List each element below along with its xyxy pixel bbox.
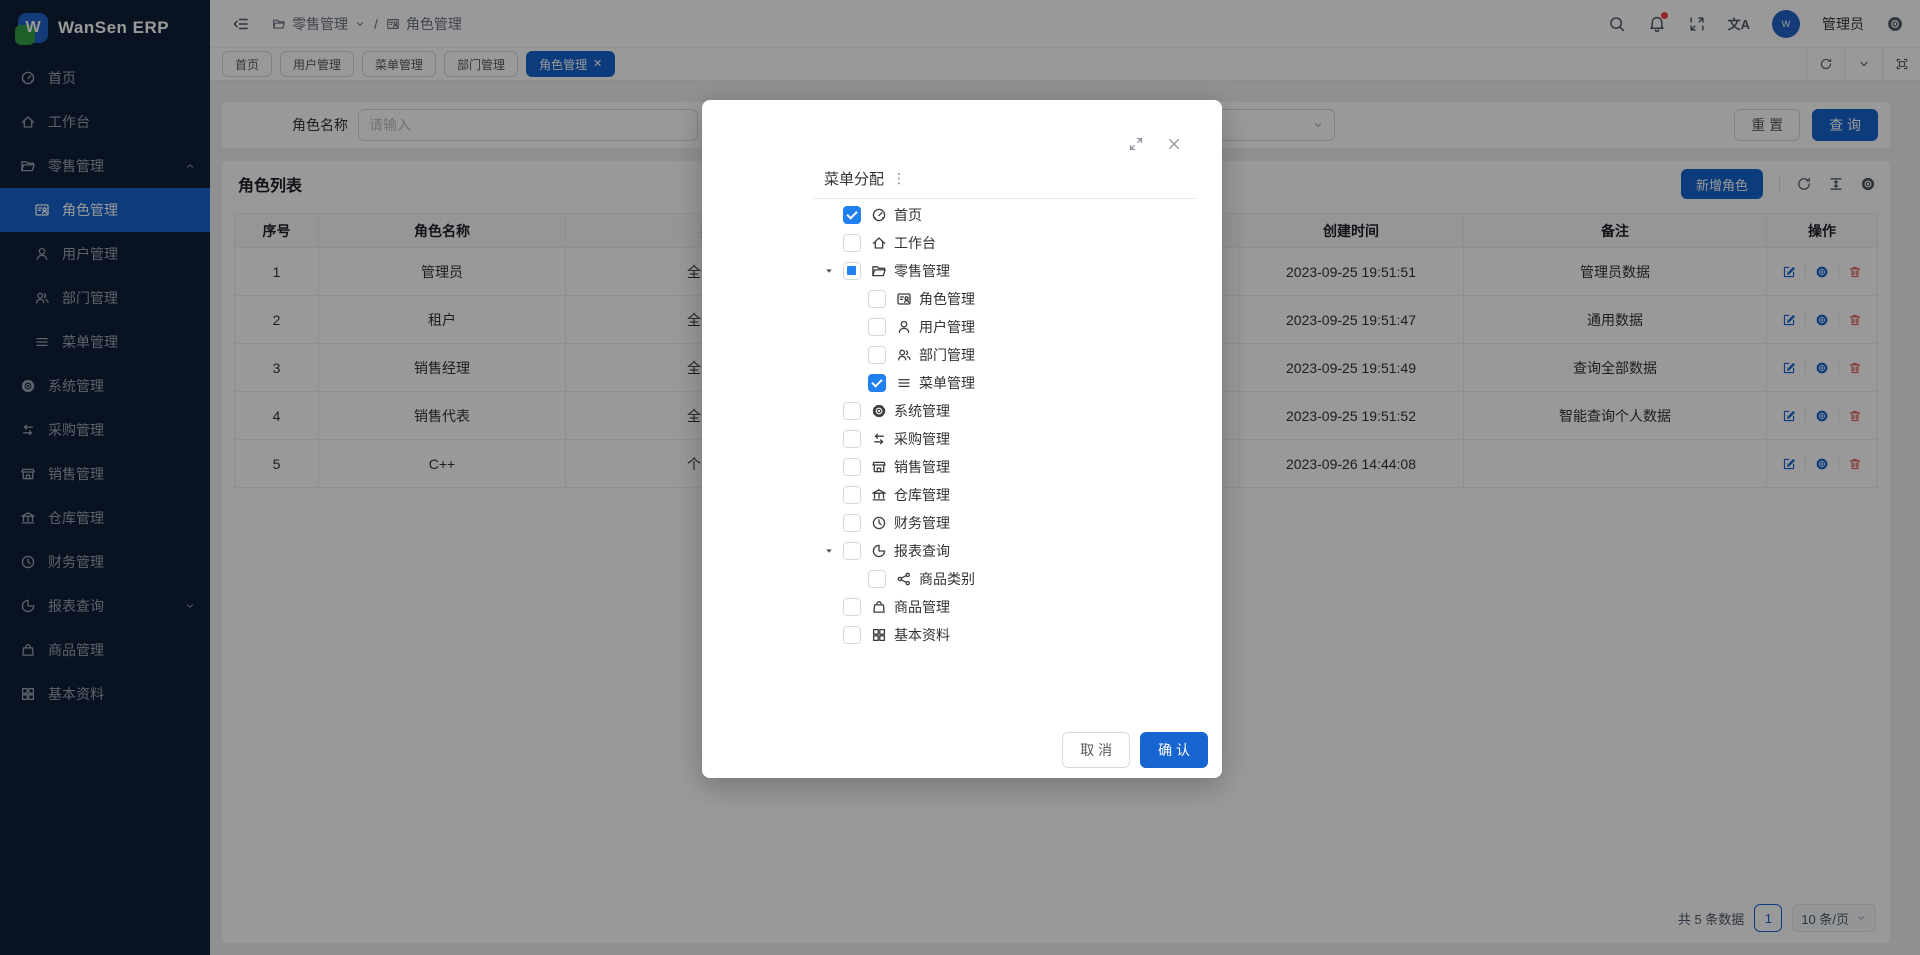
- tree-checkbox[interactable]: [868, 570, 886, 588]
- tree-checkbox[interactable]: [843, 458, 861, 476]
- tree-checkbox[interactable]: [843, 430, 861, 448]
- tree-item[interactable]: 零售管理: [823, 257, 1202, 285]
- tree-checkbox[interactable]: [843, 206, 861, 224]
- bank-icon: [871, 487, 887, 503]
- dashboard-icon: [871, 207, 887, 223]
- tree-item[interactable]: 角色管理: [823, 285, 1202, 313]
- tree-checkbox[interactable]: [843, 514, 861, 532]
- tree-item[interactable]: 报表查询: [823, 537, 1202, 565]
- tree-checkbox[interactable]: [843, 486, 861, 504]
- more-vertical-icon[interactable]: ⋮: [892, 170, 905, 187]
- confirm-button[interactable]: 确 认: [1140, 732, 1208, 768]
- share-icon: [896, 571, 912, 587]
- tree-checkbox[interactable]: [843, 402, 861, 420]
- tree-item[interactable]: 采购管理: [823, 425, 1202, 453]
- dialog-title: 菜单分配: [824, 168, 884, 189]
- tree-item[interactable]: 部门管理: [823, 341, 1202, 369]
- tree-item[interactable]: 工作台: [823, 229, 1202, 257]
- shop-icon: [871, 459, 887, 475]
- tree-item[interactable]: 用户管理: [823, 313, 1202, 341]
- tree-checkbox[interactable]: [868, 318, 886, 336]
- tree-item[interactable]: 系统管理: [823, 397, 1202, 425]
- tree-checkbox[interactable]: [843, 234, 861, 252]
- tree-checkbox[interactable]: [868, 346, 886, 364]
- team-icon: [896, 347, 912, 363]
- home-icon: [871, 235, 887, 251]
- clock-icon: [871, 515, 887, 531]
- caret-down-icon[interactable]: [823, 545, 843, 557]
- tree-item[interactable]: 商品管理: [823, 593, 1202, 621]
- tree-item[interactable]: 仓库管理: [823, 481, 1202, 509]
- dialog-expand-icon[interactable]: [1128, 136, 1144, 152]
- dialog-close-icon[interactable]: [1166, 136, 1182, 152]
- tree-checkbox[interactable]: [843, 262, 861, 280]
- tree-item[interactable]: 财务管理: [823, 509, 1202, 537]
- tree-checkbox[interactable]: [843, 598, 861, 616]
- grid-icon: [871, 627, 887, 643]
- user-icon: [896, 319, 912, 335]
- tree-checkbox[interactable]: [843, 542, 861, 560]
- gear-icon: [871, 403, 887, 419]
- swap-icon: [871, 431, 887, 447]
- tree-item[interactable]: 首页: [823, 201, 1202, 229]
- tree-item[interactable]: 菜单管理: [823, 369, 1202, 397]
- bag-icon: [871, 599, 887, 615]
- pie-icon: [871, 543, 887, 559]
- caret-down-icon[interactable]: [823, 265, 843, 277]
- tree-item[interactable]: 基本资料: [823, 621, 1202, 649]
- menu-lines-icon: [896, 375, 912, 391]
- tree-checkbox[interactable]: [868, 290, 886, 308]
- tree-checkbox[interactable]: [868, 374, 886, 392]
- tree-item[interactable]: 销售管理: [823, 453, 1202, 481]
- menu-tree: 首页 工作台 零售管理 角色管理 用户管理: [702, 199, 1222, 649]
- folder-open-icon: [871, 263, 887, 279]
- role-card-icon: [896, 291, 912, 307]
- menu-assign-dialog: 菜单分配 ⋮ 首页 工作台 零售管理 角色管理: [702, 100, 1222, 778]
- cancel-button[interactable]: 取 消: [1062, 732, 1130, 768]
- tree-item[interactable]: 商品类别: [823, 565, 1202, 593]
- tree-checkbox[interactable]: [843, 626, 861, 644]
